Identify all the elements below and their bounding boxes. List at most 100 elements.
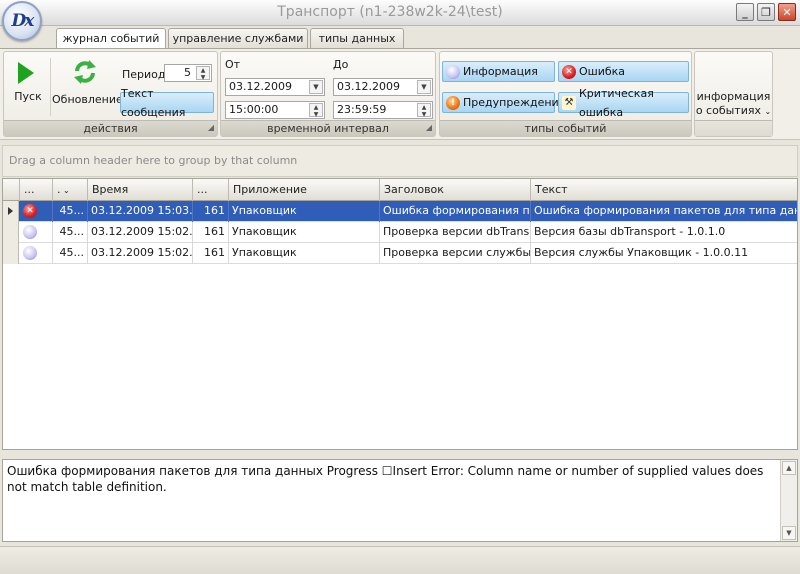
tab-service-management[interactable]: управление службами [168, 28, 308, 48]
row-id: 45... [53, 222, 88, 243]
row-text: Ошибка формирования пакетов для типа дан… [534, 204, 797, 217]
scroll-down-icon[interactable]: ▼ [782, 526, 796, 540]
column-header-indicator [3, 179, 20, 201]
actions-group: Пуск Обновление Период 5 ▲ ▼ Текст сообще… [3, 51, 218, 137]
filter-critical-button[interactable]: ⚒ Критическая ошибка [558, 87, 689, 119]
row-icon-cell [20, 222, 53, 243]
filter-info-label: Информация [463, 65, 538, 78]
period-spinner[interactable]: 5 ▲ ▼ [164, 64, 212, 82]
error-icon: ✕ [562, 64, 576, 79]
row-icon-cell [20, 243, 53, 264]
close-icon: ✕ [782, 5, 792, 19]
column-header-time[interactable]: Время [88, 179, 193, 201]
critical-error-icon: ⚒ [562, 95, 576, 110]
row-title: Ошибка формирования пак... [380, 201, 531, 222]
maximize-button[interactable]: ❐ [757, 3, 775, 21]
chevron-down-icon: ⌄ [764, 107, 772, 116]
row-time: 03.12.2009 15:03... [88, 201, 193, 222]
column-header-text[interactable]: Текст [531, 179, 797, 201]
row-indicator [3, 222, 19, 243]
separator [50, 58, 51, 116]
row-application: Упаковщик [229, 243, 380, 264]
close-button[interactable]: ✕ [778, 3, 796, 21]
row-text: Версия службы Упаковщик - 1.0.0.11 [534, 246, 749, 259]
row-text: Версия базы dbTransport - 1.0.1.0 [534, 225, 726, 238]
info-icon [23, 246, 37, 260]
message-text-button[interactable]: Текст сообщения [120, 87, 214, 119]
event-info-group: информация о событиях ⌄ [694, 51, 773, 137]
app-logo[interactable]: Dx [2, 1, 42, 41]
ribbon: Пуск Обновление Период 5 ▲ ▼ Текст сообще… [0, 48, 800, 140]
filter-critical-label: Критическая ошибка [579, 86, 654, 119]
start-button-label: Пуск [14, 90, 42, 103]
spinner-arrows-icon[interactable]: ▲ ▼ [309, 103, 323, 118]
table-row[interactable]: ✕ 45... 03.12.2009 15:03... 161 Упаковщи… [3, 201, 797, 222]
from-time-value: 15:00:00 [229, 103, 279, 116]
scroll-up-icon[interactable]: ▲ [782, 461, 796, 475]
event-info-dropdown[interactable]: информация о событиях ⌄ [695, 90, 772, 119]
row-time: 03.12.2009 15:02... [88, 222, 193, 243]
start-button[interactable]: Пуск [8, 56, 48, 103]
column-header-icon[interactable]: ... [20, 179, 53, 201]
to-time-spinner[interactable]: 23:59:59 ▲ ▼ [333, 101, 433, 119]
row-application: Упаковщик [229, 201, 380, 222]
message-text-button-label: Текст сообщения [121, 86, 186, 119]
filter-warning-label: Предупреждение [463, 96, 566, 109]
actions-caption-text: действия [83, 122, 138, 135]
event-detail-text: Ошибка формирования пакетов для типа дан… [7, 464, 764, 494]
tab-data-types[interactable]: типы данных [310, 28, 404, 48]
info-icon [446, 64, 460, 79]
error-icon: ✕ [23, 204, 37, 218]
minimize-button[interactable]: _ [736, 3, 754, 21]
dialog-launcher-icon[interactable]: ◢ [208, 120, 214, 135]
spinner-arrows-icon[interactable]: ▲ ▼ [196, 66, 210, 81]
row-id: 45... [53, 201, 88, 222]
status-bar [0, 546, 800, 574]
filter-warning-button[interactable]: ! Предупреждение [442, 92, 565, 113]
column-header-application[interactable]: Приложение [229, 179, 380, 201]
column-header-code[interactable]: ... [193, 179, 229, 201]
play-icon [18, 62, 34, 84]
dialog-launcher-icon[interactable]: ◢ [426, 120, 432, 135]
ribbon-tabs: журнал событий управление службами типы … [56, 28, 404, 49]
group-by-panel[interactable]: Drag a column header here to group by th… [2, 145, 798, 177]
to-time-value: 23:59:59 [337, 103, 387, 116]
row-icon-cell: ✕ [20, 201, 53, 222]
refresh-button-label: Обновление [52, 93, 123, 106]
column-header-title[interactable]: Заголовок [380, 179, 531, 201]
minimize-icon: _ [742, 5, 748, 19]
restore-icon: ❐ [761, 5, 771, 19]
from-date-value: 03.12.2009 [229, 80, 292, 93]
column-header-id[interactable]: . ⌄ [53, 179, 88, 201]
table-row[interactable]: 45... 03.12.2009 15:02... 161 Упаковщик … [3, 222, 797, 243]
vertical-scrollbar[interactable]: ▲ ▼ [780, 460, 797, 541]
event-types-caption-text: типы событий [524, 122, 607, 135]
title-bar: Транспорт (n1-238w2k-24\test) _ ❐ ✕ [0, 0, 800, 26]
from-date-picker[interactable]: 03.12.2009 ▼ [225, 78, 325, 96]
refresh-button[interactable]: Обновление [52, 56, 123, 106]
refresh-icon [74, 60, 96, 84]
row-indicator [3, 243, 19, 264]
from-label: От [225, 58, 241, 71]
warning-icon: ! [446, 95, 460, 110]
table-row[interactable]: 45... 03.12.2009 15:02... 161 Упаковщик … [3, 243, 797, 264]
window-title: Транспорт (n1-238w2k-24\test) [277, 4, 503, 20]
spinner-arrows-icon[interactable]: ▲ ▼ [417, 103, 431, 118]
event-types-group: Информация ✕ Ошибка ! Предупреждение ⚒ К… [439, 51, 692, 137]
event-detail-memo[interactable]: Ошибка формирования пакетов для типа дан… [2, 459, 798, 542]
period-label: Период [122, 68, 166, 81]
filter-info-button[interactable]: Информация [442, 61, 555, 82]
row-code: 161 [193, 243, 229, 264]
event-info-line1: информация [696, 90, 771, 103]
filter-error-label: Ошибка [579, 65, 626, 78]
to-date-picker[interactable]: 03.12.2009 ▼ [333, 78, 433, 96]
app-logo-text: Dx [11, 11, 35, 31]
to-label: До [333, 58, 349, 71]
from-time-spinner[interactable]: 15:00:00 ▲ ▼ [225, 101, 325, 119]
tab-event-log[interactable]: журнал событий [56, 28, 166, 49]
filter-error-button[interactable]: ✕ Ошибка [558, 61, 689, 82]
chevron-down-icon[interactable]: ▼ [309, 80, 323, 94]
events-grid: ... . ⌄ Время ... Приложение Заголовок Т… [2, 178, 798, 450]
row-code: 161 [193, 222, 229, 243]
chevron-down-icon[interactable]: ▼ [417, 80, 431, 94]
